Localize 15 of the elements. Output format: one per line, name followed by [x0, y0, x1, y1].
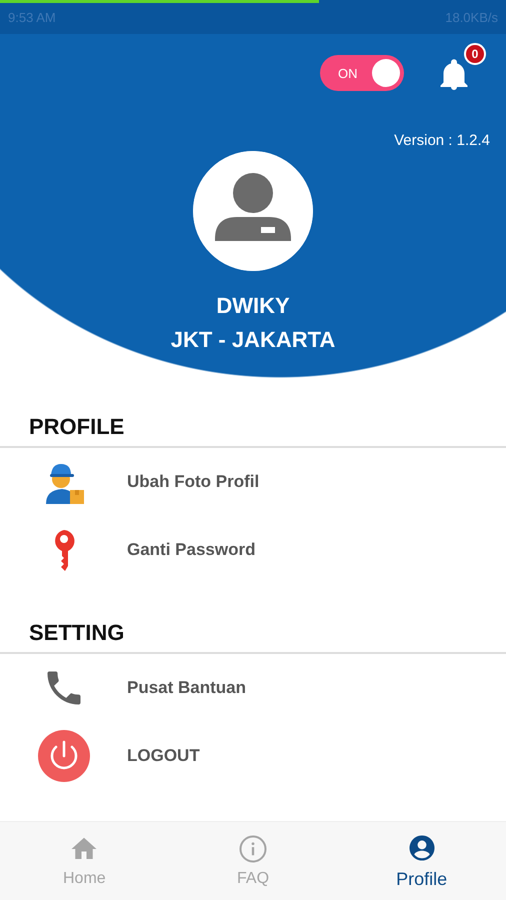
section-title: PROFILE — [28, 413, 126, 441]
menu-item[interactable]: Pusat Bantuan — [0, 654, 506, 722]
info-icon — [238, 834, 268, 864]
nav-tab[interactable]: Profile — [337, 822, 506, 900]
avatar-icon — [193, 151, 313, 271]
version-text: Version : 1.2.4 — [393, 131, 491, 149]
menu-item[interactable]: Ganti Password — [0, 516, 506, 584]
menu-item[interactable]: LOGOUT — [0, 722, 506, 790]
menu-item[interactable]: Ubah Foto Profil — [0, 448, 506, 516]
account-icon — [406, 832, 437, 862]
user-name: DWIKY — [215, 293, 291, 319]
section-title: SETTING — [28, 619, 126, 647]
power-icon — [38, 730, 90, 782]
notification-badge: 0 — [464, 43, 486, 65]
user-location: JKT - JAKARTA — [170, 327, 336, 353]
